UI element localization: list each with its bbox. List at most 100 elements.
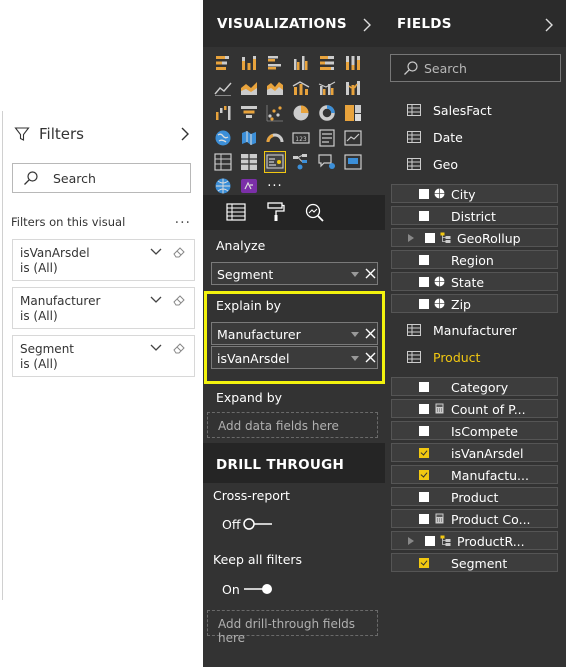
field-checkbox[interactable] [419, 514, 429, 524]
keep-all-filters-toggle[interactable]: On [222, 581, 274, 597]
power-apps-icon[interactable] [239, 176, 259, 196]
chevron-right-icon[interactable] [544, 17, 554, 33]
more-options-icon[interactable]: ... [175, 211, 191, 227]
field-row-georollup[interactable]: GeoRollup [391, 228, 558, 247]
globe-icon [434, 298, 445, 309]
field-checkbox[interactable] [419, 189, 429, 199]
ribbon-chart-icon[interactable] [343, 78, 363, 98]
table-manufacturer[interactable]: Manufacturer [407, 321, 517, 339]
slicer-icon[interactable] [213, 152, 233, 172]
table-date[interactable]: Date [407, 128, 463, 146]
field-row-manufactu[interactable]: Manufactu... [391, 465, 558, 484]
fields-tab-icon[interactable] [225, 201, 247, 223]
field-checkbox[interactable] [419, 299, 429, 309]
fields-pane: FIELDS Search SalesFact Date Geo City Di… [385, 0, 566, 667]
line-and-clustered-column-chart-icon[interactable] [317, 78, 337, 98]
field-row-productr[interactable]: ProductR... [391, 531, 558, 550]
line-chart-icon[interactable] [213, 78, 233, 98]
field-row-product[interactable]: Product [391, 487, 558, 506]
chevron-down-icon[interactable] [150, 247, 162, 256]
field-checkbox[interactable] [419, 255, 429, 265]
more-visuals-icon[interactable]: ... [265, 176, 285, 196]
expand-by-drop-zone[interactable]: Add data fields here [207, 412, 378, 438]
scatter-chart-icon[interactable] [265, 103, 285, 123]
table-name: Manufacturer [433, 322, 517, 338]
field-checkbox[interactable] [419, 382, 429, 392]
field-checkbox[interactable] [419, 426, 429, 436]
field-row-district[interactable]: District [391, 206, 558, 225]
expand-arrow-icon[interactable] [408, 234, 414, 242]
field-checkbox[interactable] [419, 277, 429, 287]
card-icon[interactable]: 123 [291, 128, 311, 148]
field-checkbox-checked[interactable] [419, 448, 429, 458]
line-and-column-chart-icon[interactable] [291, 78, 311, 98]
filter-card-segment[interactable]: Segment is (All) [12, 335, 195, 377]
table-icon[interactable] [239, 152, 259, 172]
donut-chart-icon[interactable] [317, 103, 337, 123]
field-checkbox[interactable] [419, 404, 429, 414]
field-row-zip[interactable]: Zip [391, 294, 558, 313]
field-row-category[interactable]: Category [391, 377, 558, 396]
qa-visual-icon[interactable] [317, 152, 337, 172]
chevron-down-icon[interactable] [150, 295, 162, 304]
multi-row-card-icon[interactable] [317, 128, 337, 148]
cross-report-toggle[interactable]: Off [222, 516, 274, 532]
decomposition-tree-icon[interactable] [291, 152, 311, 172]
expand-arrow-icon[interactable] [408, 537, 414, 545]
stacked-column-chart-icon[interactable] [239, 53, 259, 73]
filter-card-isvanarsdel[interactable]: isVanArsdel is (All) [12, 239, 195, 281]
table-salesfact[interactable]: SalesFact [407, 101, 492, 119]
field-row-product-co[interactable]: Product Co... [391, 509, 558, 528]
filters-search-input[interactable]: Search [12, 163, 191, 193]
map-icon[interactable] [213, 128, 233, 148]
field-row-city[interactable]: City [391, 184, 558, 203]
drill-through-drop-zone[interactable]: Add drill-through fields here [207, 610, 378, 645]
kpi-icon[interactable] [343, 128, 363, 148]
chevron-right-icon[interactable] [178, 126, 192, 142]
clustered-column-chart-icon[interactable] [291, 53, 311, 73]
key-influencers-icon[interactable] [264, 151, 286, 173]
area-chart-icon[interactable] [239, 78, 259, 98]
field-checkbox[interactable] [419, 492, 429, 502]
waterfall-chart-icon[interactable] [213, 103, 233, 123]
format-paint-roller-icon[interactable] [265, 201, 287, 223]
field-checkbox-checked[interactable] [419, 558, 429, 568]
table-geo[interactable]: Geo [407, 155, 458, 173]
field-row-segment[interactable]: Segment [391, 553, 558, 572]
field-row-region[interactable]: Region [391, 250, 558, 269]
field-row-iscompete[interactable]: IsCompete [391, 421, 558, 440]
clear-filter-icon[interactable] [172, 245, 186, 259]
filled-map-icon[interactable] [239, 128, 259, 148]
field-checkbox[interactable] [425, 233, 435, 243]
field-checkbox[interactable] [419, 211, 429, 221]
field-checkbox[interactable] [425, 536, 435, 546]
clear-filter-icon[interactable] [172, 341, 186, 355]
analyze-label: Analyze [216, 238, 266, 253]
table-icon [407, 158, 421, 170]
table-product[interactable]: Product [407, 348, 480, 366]
treemap-icon[interactable] [343, 103, 363, 123]
dropdown-caret-icon[interactable] [351, 272, 359, 277]
field-row-isvanarsdel[interactable]: isVanArsdel [391, 443, 558, 462]
field-row-count-of-p[interactable]: Count of P... [391, 399, 558, 418]
gauge-icon[interactable] [265, 128, 285, 148]
chevron-down-icon[interactable] [150, 343, 162, 352]
funnel-chart-icon[interactable] [239, 103, 259, 123]
filter-card-manufacturer[interactable]: Manufacturer is (All) [12, 287, 195, 329]
remove-field-icon[interactable] [365, 268, 376, 279]
stacked-bar-chart-icon[interactable] [213, 53, 233, 73]
clear-filter-icon[interactable] [172, 293, 186, 307]
100-stacked-column-chart-icon[interactable] [343, 53, 363, 73]
analytics-magnifier-icon[interactable] [303, 201, 325, 223]
analyze-field-pill[interactable]: Segment [211, 262, 378, 285]
field-checkbox-checked[interactable] [419, 470, 429, 480]
fields-search-input[interactable]: Search [390, 54, 561, 82]
report-visual-icon[interactable] [343, 152, 363, 172]
100-stacked-bar-chart-icon[interactable] [317, 53, 337, 73]
arcgis-map-icon[interactable] [213, 176, 233, 196]
stacked-area-chart-icon[interactable] [265, 78, 285, 98]
pie-chart-icon[interactable] [291, 103, 311, 123]
clustered-bar-chart-icon[interactable] [265, 53, 285, 73]
chevron-right-icon[interactable] [362, 17, 372, 33]
field-row-state[interactable]: State [391, 272, 558, 291]
